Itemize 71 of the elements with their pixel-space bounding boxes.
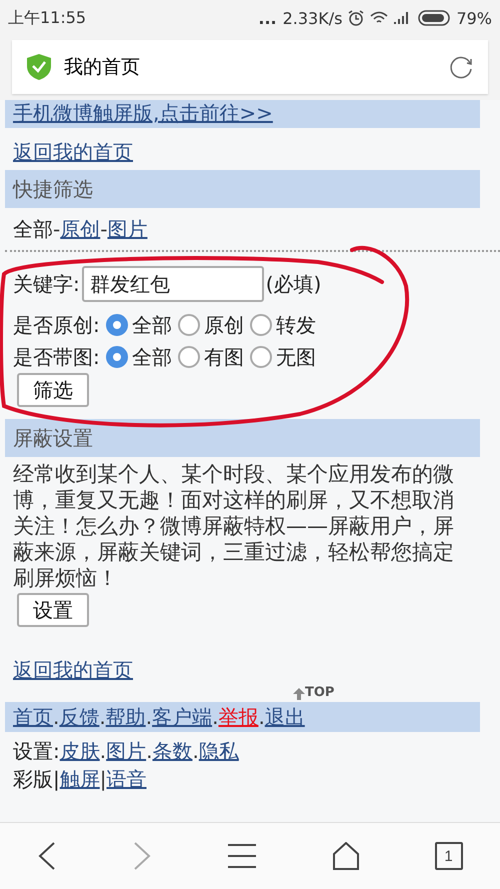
current-filter: 全部 [13,217,53,241]
description-text: 经常收到某个人、某个时段、某个应用发布的微博，重复又无趣！面对这样的刷屏，又不想取消关注！怎么办？微博屏蔽特权——屏蔽用户，屏蔽来源，屏蔽关键词，三重过滤，轻松帮您搞定刷屏烦恼！ [12,461,455,592]
link[interactable]: 触屏 [60,767,100,792]
separator: . [258,704,265,730]
separator: . [53,704,60,730]
link[interactable]: 原创 [60,217,100,241]
link[interactable]: 语音 [106,767,146,792]
page-title: 我的首页 [64,55,141,80]
link[interactable]: 客户端 [152,705,212,730]
status-time: 上午11:55 [8,8,86,28]
radio-button[interactable] [250,346,272,368]
arrow-up-icon [293,688,305,700]
radio-button[interactable] [250,314,272,336]
radio-label: 全部 [132,312,172,338]
required-note: (必填) [266,271,322,297]
separator: . [146,704,152,730]
link[interactable]: 退出 [264,705,305,730]
radio-button[interactable] [178,346,200,368]
link[interactable]: 首页 [13,705,53,730]
signal-icon [394,11,410,25]
section-header: 屏蔽设置 [5,419,480,457]
separator: - [53,216,60,242]
tabs-button[interactable]: 1 [428,836,469,876]
version-label: 彩版| [13,767,60,792]
radio-button[interactable] [106,314,128,336]
separator: | [100,766,106,792]
separator: . [146,738,152,764]
alarm-icon [348,10,364,26]
reload-icon[interactable] [448,54,474,80]
settings-label: 设置: [13,739,60,764]
radio-label: 有图 [204,344,244,370]
touch-version-link[interactable]: 手机微博触屏版,点击前往>> [13,101,273,125]
link[interactable]: 反馈 [59,705,100,730]
wifi-icon [370,11,388,25]
separator: . [192,738,199,764]
tab-count: 1 [434,842,463,870]
radio-group-label: 是否带图: [13,344,100,370]
radio-button[interactable] [178,314,200,336]
shield-check-icon [26,53,52,81]
back-home-link[interactable]: 返回我的首页 [13,140,133,164]
status-dots: ... [258,8,277,28]
radio-button[interactable] [106,346,128,368]
section-header: 快捷筛选 [5,170,480,208]
link[interactable]: 隐私 [198,739,239,764]
link[interactable]: 条数 [152,739,192,764]
radio-group-label: 是否原创: [13,312,100,338]
filter-button[interactable]: 筛选 [17,373,89,407]
separator: . [99,704,106,730]
link[interactable]: 图片 [107,217,148,241]
link[interactable]: 帮助 [106,705,146,730]
back-home-link[interactable]: 返回我的首页 [13,658,133,682]
keyword-input[interactable]: 群发红包 [82,266,264,302]
separator: - [100,216,108,242]
home-icon [332,842,360,870]
radio-label: 无图 [276,344,316,370]
separator: . [100,738,106,764]
battery-percent: 79% [456,8,492,28]
forward-icon [132,841,152,871]
radio-label: 转发 [276,312,316,338]
link[interactable]: 图片 [106,739,146,764]
radio-label: 全部 [132,344,172,370]
menu-icon [226,843,257,869]
network-speed: 2.33K/s [282,8,342,28]
settings-button[interactable]: 设置 [17,593,89,628]
battery-icon [418,10,452,26]
keyword-label: 关键字: [13,271,80,297]
back-icon [37,841,58,871]
radio-label: 原创 [204,312,244,338]
top-link[interactable]: TOP [293,685,334,702]
link[interactable]: 皮肤 [60,739,100,764]
separator: . [212,704,218,730]
